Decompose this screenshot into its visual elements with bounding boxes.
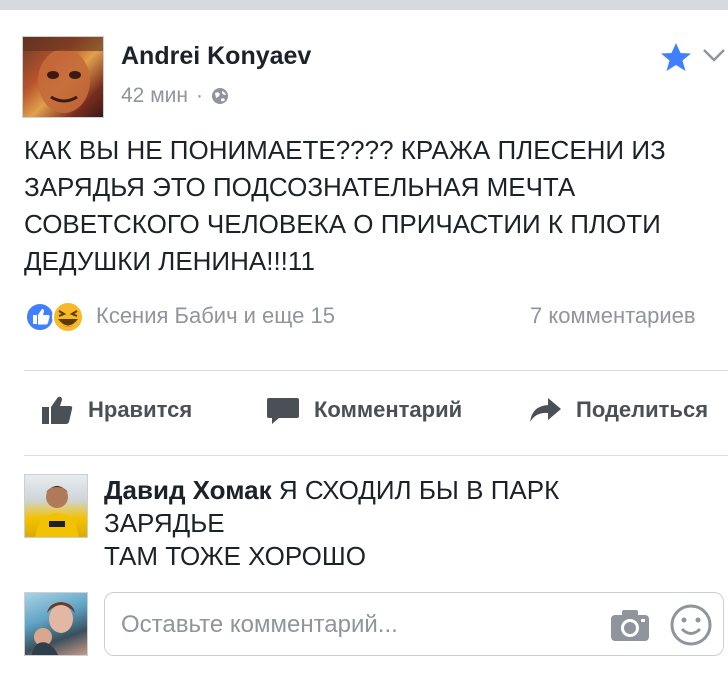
comment-button[interactable]: Комментарий <box>266 390 462 430</box>
comment-input[interactable] <box>119 607 593 643</box>
post-author-name[interactable]: Andrei Konyaev <box>121 42 311 71</box>
like-reaction-icon <box>25 302 55 332</box>
comment-composer[interactable] <box>104 592 724 656</box>
top-strip <box>0 0 728 10</box>
share-arrow-icon <box>530 398 561 422</box>
comment-text-line: Я СХОДИЛ БЫ В ПАРК <box>278 475 560 505</box>
camera-icon[interactable] <box>609 607 651 643</box>
post-text-line: ДЕДУШКИ ЛЕНИНА!!!11 <box>24 246 315 276</box>
star-icon[interactable] <box>660 42 692 72</box>
post-meta: 42 мин · <box>121 84 229 108</box>
divider <box>24 455 728 456</box>
post-time[interactable]: 42 мин <box>121 84 188 108</box>
like-button[interactable]: Нравится <box>40 390 192 430</box>
post-text-line: ЗАРЯДЬЯ ЭТО ПОДСОЗНАТЕЛЬНАЯ МЕЧТА <box>24 172 576 202</box>
comment-text-line: ЗАРЯДЬЕ <box>104 508 225 538</box>
speech-bubble-icon <box>267 398 299 424</box>
comments-count[interactable]: 7 комментариев <box>530 303 696 329</box>
share-button[interactable]: Поделиться <box>528 390 708 430</box>
smiley-icon[interactable] <box>669 603 713 647</box>
share-label: Поделиться <box>576 397 709 422</box>
haha-reaction-icon <box>52 301 84 333</box>
comment-author-name[interactable]: Давид Хомак <box>104 475 272 505</box>
like-label: Нравится <box>88 397 193 422</box>
reactions-summary[interactable]: Ксения Бабич и еще 15 <box>96 303 335 329</box>
current-user-avatar[interactable] <box>24 592 88 656</box>
meta-separator: · <box>195 84 203 107</box>
post-text: КАК ВЫ НЕ ПОНИМАЕТЕ???? КРАЖА ПЛЕСЕНИ ИЗ… <box>24 132 724 280</box>
chevron-down-icon[interactable] <box>702 46 726 64</box>
commenter-avatar[interactable] <box>24 474 88 538</box>
post-text-line: КАК ВЫ НЕ ПОНИМАЕТЕ???? КРАЖА ПЛЕСЕНИ ИЗ <box>24 135 666 165</box>
author-avatar[interactable] <box>22 36 104 118</box>
reaction-icons[interactable] <box>24 300 88 334</box>
comment-body: Давид Хомак Я СХОДИЛ БЫ В ПАРК ЗАРЯДЬЕ Т… <box>104 474 664 573</box>
divider <box>24 370 728 371</box>
comment-text-line: ТАМ ТОЖЕ ХОРОШО <box>104 541 366 571</box>
comment-label: Комментарий <box>314 397 463 422</box>
post-text-line: СОВЕТСКОГО ЧЕЛОВЕКА О ПРИЧАСТИИ К ПЛОТИ <box>24 209 661 239</box>
thumbs-up-icon <box>42 396 73 424</box>
globe-icon <box>211 88 228 104</box>
